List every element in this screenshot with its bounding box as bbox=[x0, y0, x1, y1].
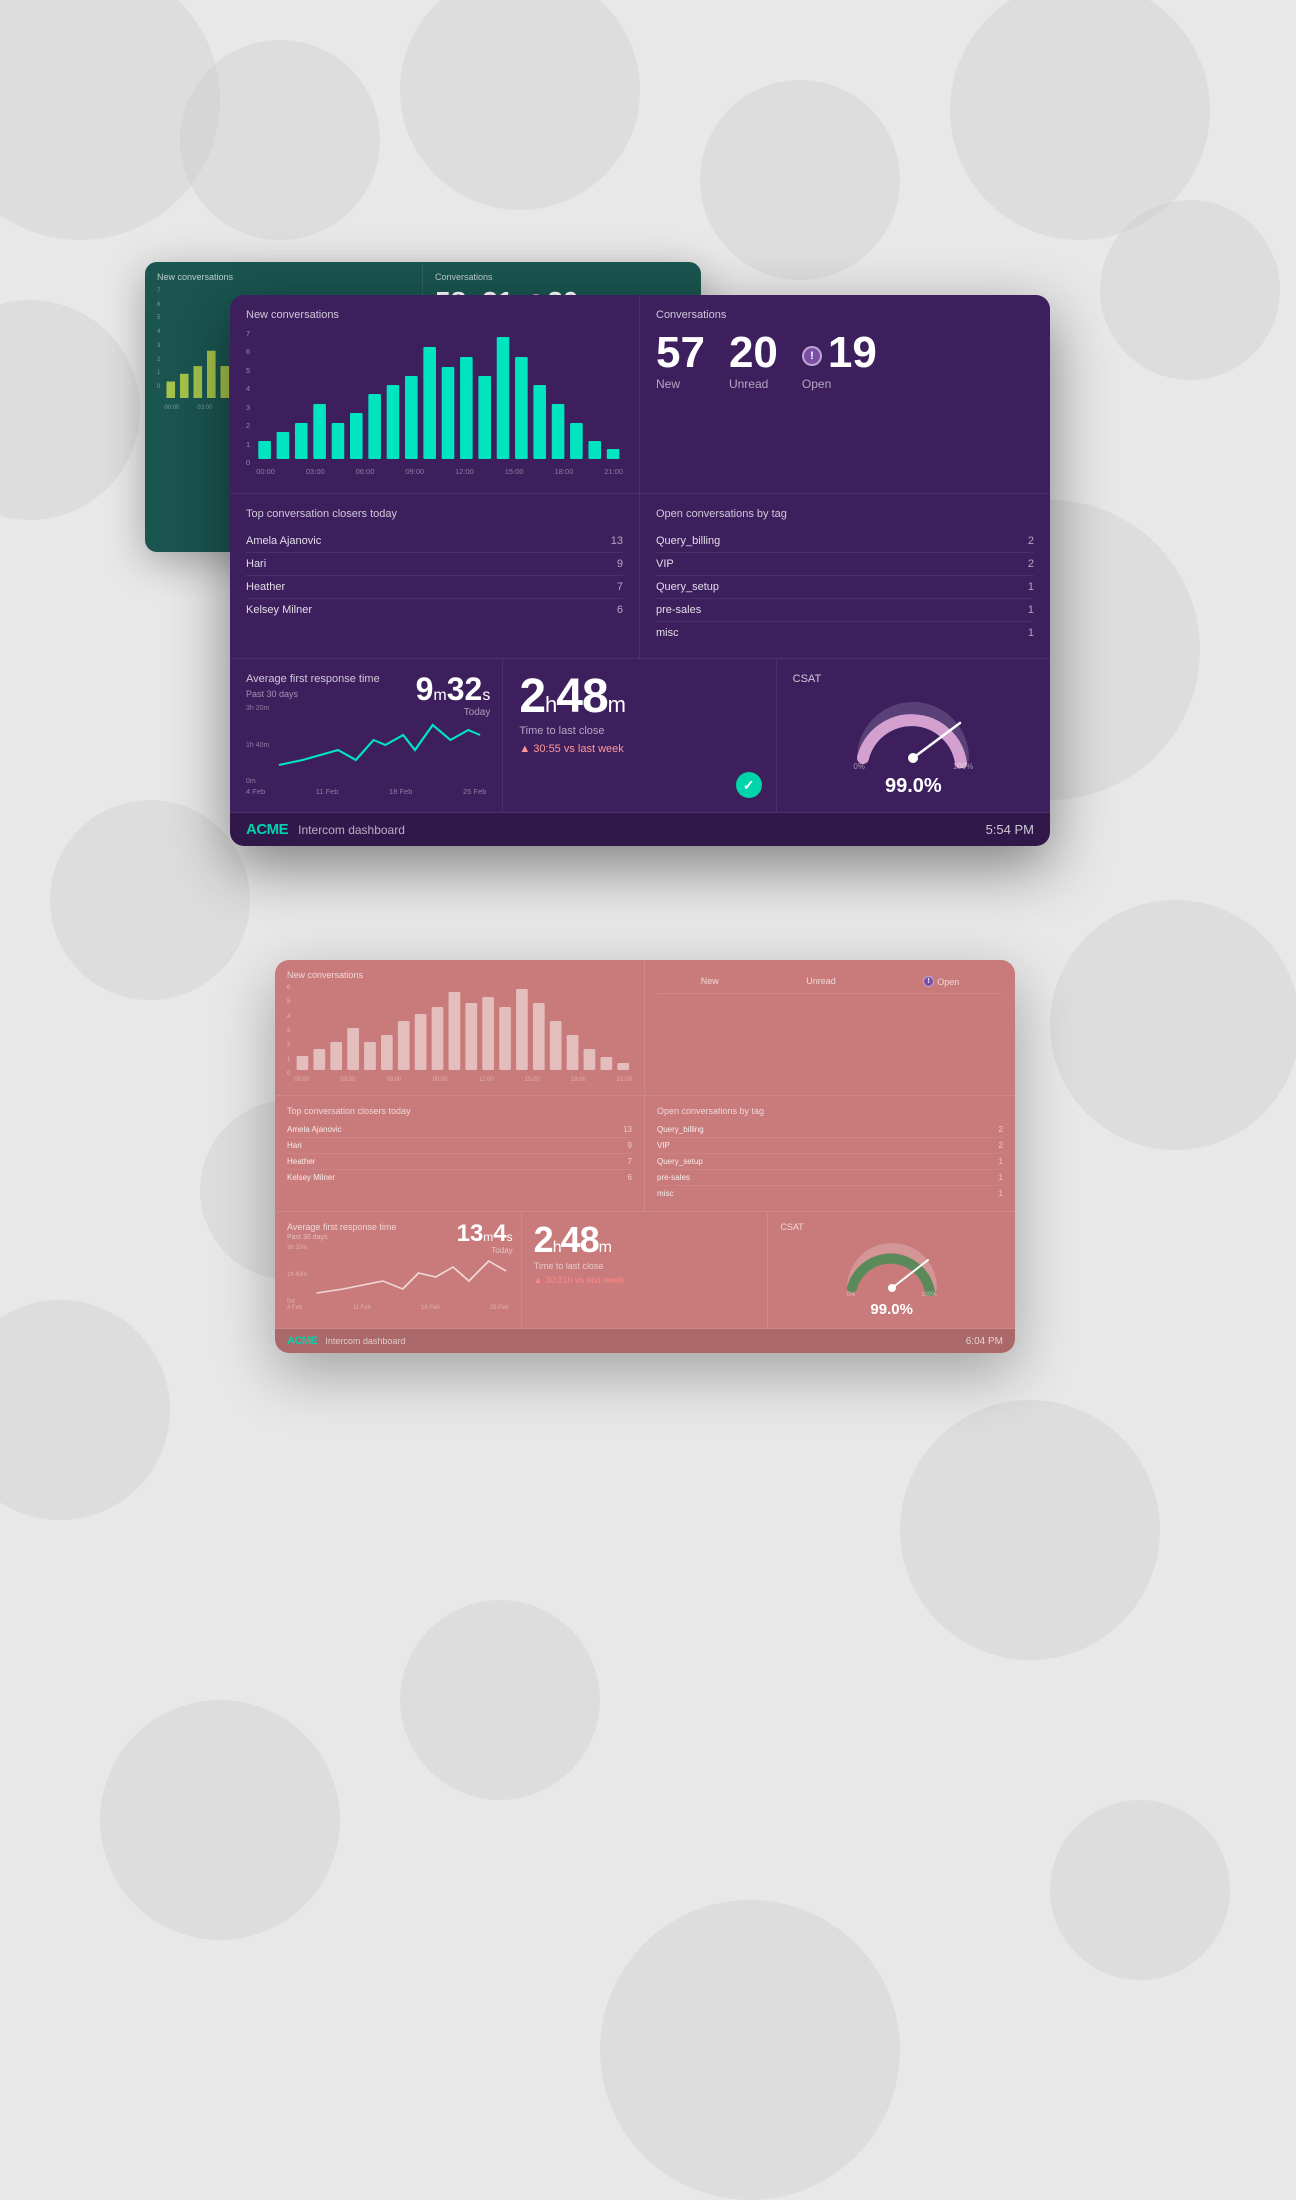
purple-open-stat: ! 19 Open bbox=[802, 331, 877, 391]
salmon-tag-5: misc1 bbox=[657, 1186, 1003, 1201]
purple-unread-stat: 20 Unread bbox=[729, 331, 778, 391]
salmon-csat-gauge: 0%100% 99.0% bbox=[780, 1238, 1003, 1318]
purple-tag-3: Query_setup1 bbox=[656, 576, 1034, 599]
purple-tags-title: Open conversations by tag bbox=[656, 508, 1034, 520]
salmon-tag-4: pre-sales1 bbox=[657, 1170, 1003, 1186]
purple-art-y-axis: 3h 20m1h 40m0m bbox=[246, 705, 269, 785]
purple-closer-3: Heather7 bbox=[246, 576, 623, 599]
salmon-art-panel: Average first response time Past 30 days… bbox=[275, 1212, 522, 1328]
purple-csat-svg bbox=[848, 693, 978, 768]
teal-new-conv-title: New conversations bbox=[157, 272, 410, 282]
salmon-ttc-m: 48 bbox=[561, 1219, 599, 1260]
purple-unread-label: Unread bbox=[729, 377, 778, 391]
purple-art-x-labels: 4 Feb11 Feb18 Feb25 Feb bbox=[246, 787, 486, 796]
salmon-footer-left: ACME Intercom dashboard bbox=[287, 1335, 405, 1347]
purple-closers-title: Top conversation closers today bbox=[246, 508, 623, 520]
salmon-closer-4: Kelsey Milner6 bbox=[287, 1170, 632, 1185]
purple-x-labels: 00:0003:0006:0009:0012:0015:0018:0021:00 bbox=[256, 467, 623, 476]
salmon-app-name: Intercom dashboard bbox=[325, 1336, 405, 1346]
purple-new-num: 57 bbox=[656, 331, 705, 375]
salmon-closer-3: Heather7 bbox=[287, 1154, 632, 1170]
purple-bar-chart bbox=[256, 329, 623, 459]
salmon-unread-tab: Unread bbox=[806, 976, 836, 987]
salmon-alert-icon: ! bbox=[923, 976, 934, 987]
purple-y-axis: 76543210 bbox=[246, 329, 250, 479]
salmon-ttc-label: Time to last close bbox=[534, 1261, 756, 1271]
purple-footer-left: ACME Intercom dashboard bbox=[246, 821, 405, 838]
purple-tag-5: misc1 bbox=[656, 622, 1034, 644]
purple-csat-title: CSAT bbox=[793, 673, 1034, 685]
purple-new-stat: 57 New bbox=[656, 331, 705, 391]
purple-csat-gauge: 0% 100% 99.0% bbox=[793, 693, 1034, 798]
purple-csat-max: 100% bbox=[953, 762, 973, 771]
salmon-footer-time: 6:04 PM bbox=[966, 1336, 1003, 1347]
salmon-csat-pct: 99.0% bbox=[870, 1301, 913, 1318]
purple-csat-pct: 99.0% bbox=[885, 775, 942, 798]
salmon-acme-logo: ACME bbox=[287, 1335, 317, 1347]
purple-footer-time: 5:54 PM bbox=[986, 822, 1034, 837]
purple-tag-2: VIP2 bbox=[656, 553, 1034, 576]
salmon-csat-labels: 0%100% bbox=[847, 1292, 937, 1298]
purple-ttc-vs: ▲ 30:55 vs last week bbox=[519, 743, 759, 755]
purple-closer-4: Kelsey Milner6 bbox=[246, 599, 623, 621]
purple-acme-logo: ACME bbox=[246, 821, 288, 838]
purple-csat-panel: CSAT 0% 100% 99.0% bbox=[777, 659, 1050, 812]
purple-art-today: 9m32s Today bbox=[416, 673, 491, 718]
salmon-tag-1: Query_billing2 bbox=[657, 1122, 1003, 1138]
salmon-y-axis: 6543210 bbox=[287, 985, 290, 1085]
purple-tag-4: pre-sales1 bbox=[656, 599, 1034, 622]
salmon-bar-chart bbox=[294, 985, 632, 1070]
purple-closer-1: Amela Ajanovic13 bbox=[246, 530, 623, 553]
salmon-open-tab: ! Open bbox=[923, 976, 959, 987]
salmon-tag-2: VIP2 bbox=[657, 1138, 1003, 1154]
purple-footer: ACME Intercom dashboard 5:54 PM bbox=[230, 813, 1050, 846]
purple-conv-title: Conversations bbox=[656, 309, 1034, 321]
salmon-tag-3: Query_setup1 bbox=[657, 1154, 1003, 1170]
purple-art-today-label: Today bbox=[416, 707, 491, 718]
purple-open-label: Open bbox=[802, 377, 877, 391]
purple-art-s-num: 32 bbox=[447, 671, 483, 707]
salmon-art-x-labels: 4 Feb11 Feb18 Feb25 Feb bbox=[287, 1305, 509, 1311]
purple-csat-min: 0% bbox=[853, 762, 865, 771]
purple-new-conv-title: New conversations bbox=[246, 309, 623, 321]
purple-tag-1: Query_billing2 bbox=[656, 530, 1034, 553]
salmon-closer-2: Hari9 bbox=[287, 1138, 632, 1154]
salmon-closers-title: Top conversation closers today bbox=[287, 1106, 632, 1116]
purple-art-m: m bbox=[433, 687, 446, 704]
purple-csat-labels: 0% 100% bbox=[853, 762, 973, 771]
purple-app-name: Intercom dashboard bbox=[298, 823, 405, 837]
salmon-new-conv-title: New conversations bbox=[287, 970, 632, 980]
purple-check-badge: ✓ bbox=[736, 772, 762, 798]
purple-open-num: 19 bbox=[828, 331, 877, 375]
purple-new-label: New bbox=[656, 377, 705, 391]
salmon-ttc-panel: 2h48m Time to last close ▲ 30:31h vs las… bbox=[522, 1212, 769, 1328]
salmon-csat-svg bbox=[842, 1238, 942, 1296]
salmon-closer-1: Amela Ajanovic13 bbox=[287, 1122, 632, 1138]
card-salmon: New conversations 6543210 bbox=[275, 960, 1015, 1353]
salmon-tags-title: Open conversations by tag bbox=[657, 1106, 1003, 1116]
purple-unread-num: 20 bbox=[729, 331, 778, 375]
purple-alert-icon: ! bbox=[802, 346, 822, 366]
teal-conv-title: Conversations bbox=[435, 272, 689, 282]
purple-ttc-label: Time to last close bbox=[519, 725, 759, 737]
salmon-footer: ACME Intercom dashboard 6:04 PM bbox=[275, 1329, 1015, 1353]
purple-ttc-panel: 2h48m Time to last close ▲ 30:55 vs last… bbox=[503, 659, 776, 812]
salmon-csat-panel: CSAT 0%100% 99.0% bbox=[768, 1212, 1015, 1328]
purple-ttc-h: 2 bbox=[519, 670, 545, 723]
salmon-ttc-value: 2h48m bbox=[534, 1222, 756, 1258]
salmon-new-tab: New bbox=[701, 976, 719, 987]
purple-closer-2: Hari9 bbox=[246, 553, 623, 576]
purple-ttc-value: 2h48m bbox=[519, 673, 759, 721]
salmon-x-labels: 00:0003:0006:0009:0012:0015:0018:0021:00 bbox=[294, 1077, 632, 1083]
purple-ttc-m: 48 bbox=[556, 670, 607, 723]
purple-art-big: 9 bbox=[416, 671, 434, 707]
card-purple: New conversations 76543210 bbox=[230, 295, 1050, 846]
salmon-ttc-vs: ▲ 30:31h vs last week bbox=[534, 1275, 756, 1285]
salmon-art-y: 3h 20m1h 40m0m bbox=[287, 1245, 307, 1305]
salmon-csat-title: CSAT bbox=[780, 1222, 1003, 1232]
salmon-ttc-h: 2 bbox=[534, 1219, 553, 1260]
salmon-art-today: 13m4s Today bbox=[457, 1222, 513, 1255]
purple-art-s: s bbox=[482, 687, 490, 704]
teal-y-labels: 76543210 bbox=[157, 288, 160, 398]
